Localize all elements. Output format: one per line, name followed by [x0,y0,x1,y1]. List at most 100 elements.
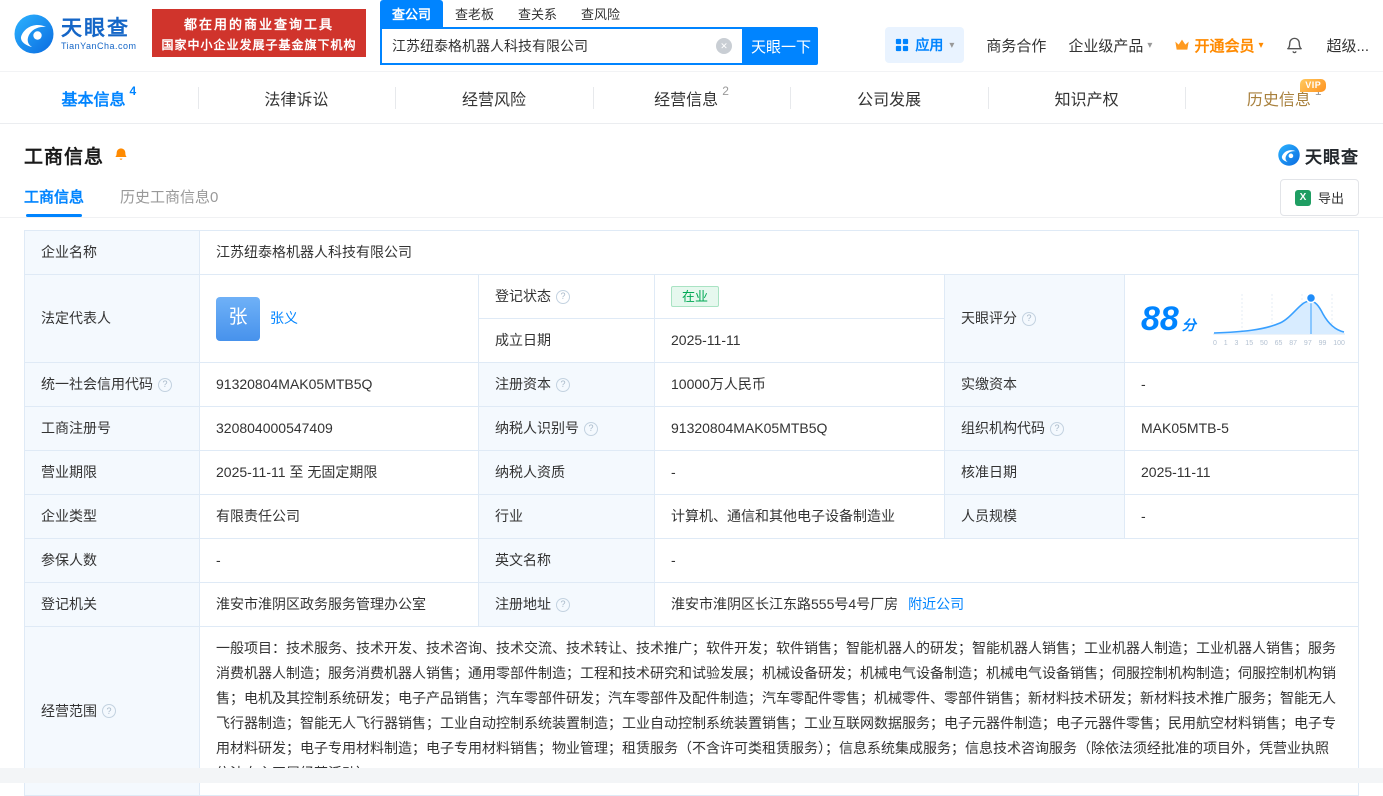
tab-label: 法律诉讼 [264,86,328,110]
tab-count: 4 [129,84,136,98]
score-value: 88 [1141,294,1179,345]
promo-line-1: 都在用的商业查询工具 [184,14,334,33]
business-info-table: 企业名称 江苏纽泰格机器人科技有限公司 法定代表人 张 张义 登记状态 ? 在业… [24,230,1359,796]
company-name-value: 江苏纽泰格机器人科技有限公司 [200,231,1359,275]
field-label-text: 纳税人资质 [495,462,565,483]
search-tab-company[interactable]: 查公司 [380,0,443,27]
tab-company-development[interactable]: 公司发展 [790,72,988,123]
field-label-text: 成立日期 [495,330,551,351]
sub-tabs: 工商信息 历史工商信息0 X 导出 [0,176,1383,218]
score-curve-chart [1212,290,1346,338]
tab-label: 知识产权 [1055,86,1119,110]
industry-value: 计算机、通信和其他电子设备制造业 [655,495,945,539]
business-cooperation-link[interactable]: 商务合作 [986,35,1046,56]
reg-capital-value: 10000万人民币 [655,363,945,407]
insured-count-value: - [200,539,479,583]
taxpayer-quality-value: - [655,451,945,495]
business-term-value: 2025-11-11 至 无固定期限 [200,451,479,495]
legal-rep-avatar[interactable]: 张 [216,297,260,341]
section-title: 工商信息 [24,142,104,169]
reg-number-label: 工商注册号 [25,407,200,451]
chevron-down-icon: ▾ [949,40,954,51]
field-label-text: 法定代表人 [41,308,111,329]
chevron-down-icon: ▾ [1258,40,1263,51]
score-pin-marker [1307,293,1316,302]
search-button[interactable]: 天眼一下 [744,27,818,65]
reg-authority-value: 淮安市淮阴区政务服务管理办公室 [200,583,479,627]
user-menu[interactable]: 超级... [1326,35,1369,56]
clear-search-icon[interactable]: ✕ [716,38,732,54]
tab-business-info[interactable]: 经营信息 2 [593,72,791,123]
field-label-text: 行业 [495,506,523,527]
tianyancha-logo-icon [14,14,54,54]
search-tab-relation[interactable]: 查关系 [506,0,569,27]
field-label-text: 英文名称 [495,550,551,571]
help-icon[interactable]: ? [102,704,116,718]
legal-rep-name-link[interactable]: 张义 [270,308,298,329]
score-value-cell[interactable]: 88 分 013155065879799100 [1125,275,1359,363]
reg-address-label: 注册地址 ? [479,583,655,627]
search-tab-boss[interactable]: 查老板 [443,0,506,27]
tianyancha-logo[interactable]: 天眼查 TianYanCha.com [14,14,137,54]
help-icon[interactable]: ? [556,598,570,612]
subtab-business-registration[interactable]: 工商信息 [24,176,84,217]
help-icon[interactable]: ? [556,378,570,392]
taxpayer-id-value: 91320804MAK05MTB5Q [655,407,945,451]
help-icon[interactable]: ? [556,290,570,304]
reg-address-value: 淮安市淮阴区长江东路555号4号厂房 附近公司 [655,583,1359,627]
tab-business-risk[interactable]: 经营风险 [395,72,593,123]
reg-status-label: 登记状态 ? [479,275,655,319]
field-label-text: 经营范围 [41,701,97,722]
help-icon[interactable]: ? [1050,422,1064,436]
section-head: 工商信息 天眼查 [0,124,1383,176]
notification-bell-icon[interactable] [1285,36,1304,55]
subtab-history-business-registration[interactable]: 历史工商信息0 [120,176,218,217]
company-type-label: 企业类型 [25,495,200,539]
logo-brand: 天眼查 [61,17,137,40]
field-label-text: 注册资本 [495,374,551,395]
staff-size-label: 人员规模 [945,495,1125,539]
tab-legal-proceedings[interactable]: 法律诉讼 [198,72,396,123]
credit-code-label: 统一社会信用代码 ? [25,363,200,407]
reg-address-text: 淮安市淮阴区长江东路555号4号厂房 [671,594,898,615]
help-icon[interactable]: ? [1022,312,1036,326]
score-axis: 013155065879799100 [1213,339,1345,350]
tab-count: 2 [722,84,729,98]
promo-banner[interactable]: 都在用的商业查询工具 国家中小企业发展子基金旗下机构 [152,9,366,57]
field-label-text: 人员规模 [961,506,1017,527]
staff-size-value: - [1125,495,1359,539]
nearby-companies-link[interactable]: 附近公司 [908,594,964,615]
search-tab-risk[interactable]: 查风险 [569,0,632,27]
tab-basic-info[interactable]: 基本信息 4 [0,72,198,123]
excel-icon: X [1295,190,1311,206]
search-row: ✕ 天眼一下 [380,27,818,65]
field-label-text: 企业类型 [41,506,97,527]
establish-date-label: 成立日期 [479,319,655,363]
field-label-text: 实缴资本 [961,374,1017,395]
help-icon[interactable]: ? [584,422,598,436]
reg-status-value: 在业 [655,275,945,319]
paid-capital-label: 实缴资本 [945,363,1125,407]
tab-history-info[interactable]: VIP 历史信息 1 [1185,72,1383,123]
taxpayer-quality-label: 纳税人资质 [479,451,655,495]
field-label-text: 登记状态 [495,286,551,307]
enterprise-products-menu[interactable]: 企业级产品 ▾ [1068,35,1152,56]
search-area: 查公司 查老板 查关系 查风险 ✕ 天眼一下 [380,1,818,65]
field-label-text: 统一社会信用代码 [41,374,153,395]
score-number: 88 分 [1141,294,1196,345]
legal-rep-value: 张 张义 [200,275,479,363]
export-button[interactable]: X 导出 [1280,179,1359,216]
reg-authority-label: 登记机关 [25,583,200,627]
apps-menu[interactable]: 应用 ▾ [885,27,964,63]
search-input[interactable] [392,38,716,54]
paid-capital-value: - [1125,363,1359,407]
subscribe-alarm-icon[interactable] [113,147,129,163]
vip-upgrade-menu[interactable]: 开通会员 ▾ [1174,35,1263,56]
tab-intellectual-property[interactable]: 知识产权 [988,72,1186,123]
approval-date-label: 核准日期 [945,451,1125,495]
apps-label: 应用 [915,35,943,55]
help-icon[interactable]: ? [158,378,172,392]
header-right: 应用 ▾ 商务合作 企业级产品 ▾ 开通会员 ▾ 超级... [885,27,1369,63]
tab-label: 基本信息 [61,86,125,110]
tianyancha-logo-icon [1278,144,1300,166]
